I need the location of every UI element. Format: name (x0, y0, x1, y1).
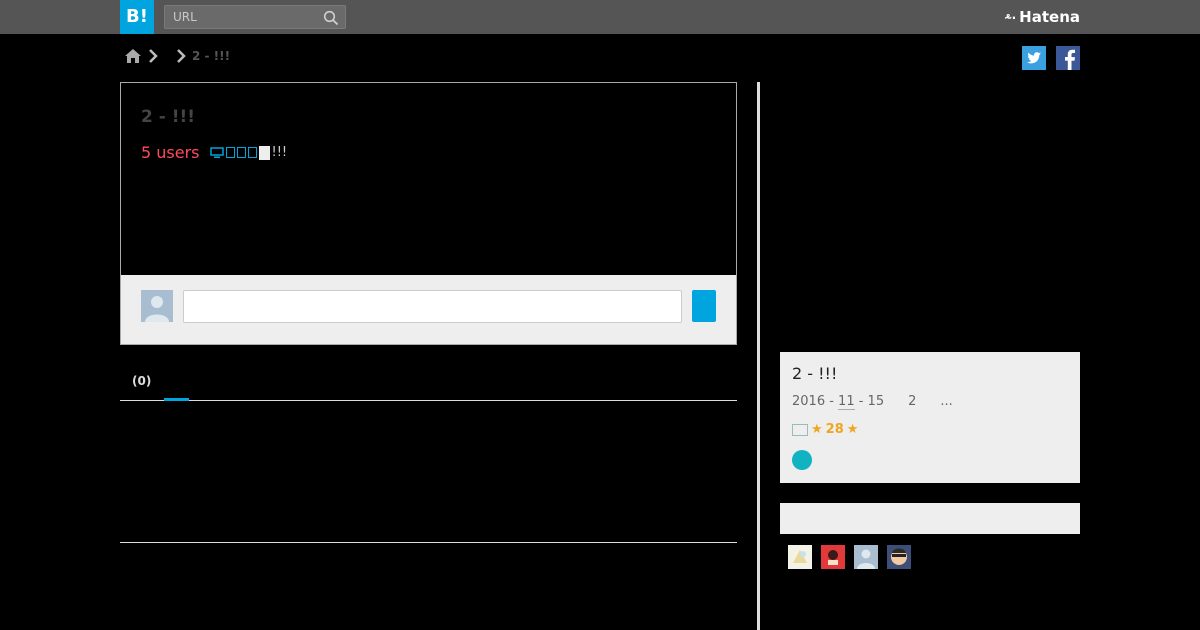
comment-input[interactable] (183, 290, 682, 323)
desktop-icon (209, 146, 224, 158)
related-entry-title[interactable]: 2 - !!! (792, 364, 837, 383)
comment-tabs: (0) (120, 372, 737, 401)
users-section-header (780, 503, 1080, 534)
star-icon: ★ (811, 422, 823, 437)
chevron-right-icon (177, 49, 186, 63)
home-icon[interactable] (124, 48, 142, 64)
tab-count[interactable]: (0) (132, 374, 151, 388)
glyph-box-icon (247, 147, 257, 158)
star-row: ★ 28 ★ (792, 422, 858, 437)
user-avatar (141, 290, 173, 322)
submit-bookmark-button[interactable] (692, 290, 716, 322)
entry-title[interactable]: 2 - !!! (141, 107, 195, 127)
user-avatar[interactable] (854, 545, 878, 569)
search-box[interactable] (164, 5, 346, 29)
users-count[interactable]: 5 users (141, 143, 200, 162)
users-row: 5 users !!! (141, 143, 287, 162)
comment-area (121, 275, 736, 344)
active-tab-indicator (164, 398, 189, 401)
star-icon: ★ (846, 422, 859, 437)
brand-name: Hatena (1019, 8, 1080, 26)
related-entry-num: 2 (908, 394, 917, 409)
entry-card: 2 - !!! 5 users !!! (120, 82, 737, 345)
hatena-brand[interactable]: ⸛· Hatena (1005, 8, 1080, 26)
breadcrumb-title: 2 - !!! (192, 49, 231, 63)
search-icon[interactable] (323, 10, 339, 26)
related-entry-date: 2016 - 11 - 15 (792, 394, 885, 410)
related-entry-card: 2 - !!! 2016 - 11 - 15 2 ... ★ 28 ★ (780, 352, 1080, 483)
user-avatar[interactable] (788, 545, 812, 569)
hatena-mark-icon: ⸛· (1004, 10, 1017, 25)
user-avatar-list (788, 545, 911, 569)
search-input[interactable] (165, 6, 315, 28)
twitter-share-icon[interactable] (1022, 46, 1046, 70)
site-text: !!! (271, 145, 288, 160)
add-star-icon[interactable] (792, 423, 808, 436)
glyph-box-icon (236, 147, 246, 158)
column-divider (757, 82, 760, 630)
status-dot (792, 450, 812, 470)
facebook-share-icon[interactable] (1056, 46, 1080, 70)
star-count[interactable]: 28 (826, 422, 844, 437)
document-icon (258, 145, 270, 160)
site-info: !!! (209, 145, 288, 160)
breadcrumb: 2 - !!! (124, 46, 230, 66)
list-divider (120, 542, 737, 543)
related-entry-meta: 2016 - 11 - 15 2 ... (792, 394, 953, 410)
related-entry-more[interactable]: ... (940, 394, 952, 409)
user-avatar[interactable] (821, 545, 845, 569)
top-bar: B! ⸛· Hatena (0, 0, 1200, 34)
hatena-bookmark-logo[interactable]: B! (120, 0, 154, 34)
glyph-box-icon (225, 147, 235, 158)
user-avatar[interactable] (887, 545, 911, 569)
chevron-right-icon (149, 49, 158, 63)
